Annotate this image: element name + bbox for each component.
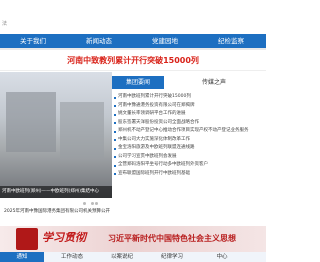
main-nav: 关于我们 新闻动态 党建园地 纪检监察 [0, 34, 266, 48]
flag-icon [16, 228, 38, 250]
photo-figure [6, 92, 56, 152]
slide-dot[interactable] [83, 202, 86, 205]
banner-calligraphy: 学习贯彻 [42, 231, 86, 244]
slide-dot-active[interactable] [87, 202, 90, 205]
nav-item-about[interactable]: 关于我们 [0, 34, 66, 48]
tab-notice[interactable]: 通知 [0, 252, 44, 262]
budget-announcement[interactable]: 2025年河南中豫国际港务集团有限公司机关预算公开 [0, 208, 266, 216]
photo-figure [60, 102, 104, 158]
news-list-item[interactable]: 股东签署天洋股份投资公司全面战略合作 [112, 119, 266, 128]
news-list: 河南中欧班列累计开行突破15000列 河南中豫通港务投资有限公司在郑揭牌 姚文董… [112, 93, 266, 178]
nav-item-news[interactable]: 新闻动态 [66, 34, 132, 48]
news-list-item[interactable]: 河南中欧班列累计开行突破15000列 [112, 93, 266, 102]
news-list-item[interactable]: 郑州机不动产登记中心推动合作项目实现产权不动产登记业务服务 [112, 127, 266, 136]
news-list-item[interactable]: 宣布联盟国际班列开行中欧班列基础 [112, 170, 266, 179]
site-caption: 法 [2, 21, 8, 27]
tab-work-updates[interactable]: 工作动态 [50, 252, 94, 262]
news-list-item[interactable]: 河南中豫通港务投资有限公司在郑揭牌 [112, 102, 266, 111]
tab-discipline-study[interactable]: 纪律学习 [150, 252, 194, 262]
slide-dot[interactable] [91, 202, 94, 205]
tab-case-study[interactable]: 以案说纪 [100, 252, 144, 262]
news-slideshow-image[interactable] [0, 72, 112, 198]
tab-group-news[interactable]: 集团要闻 [112, 76, 164, 89]
news-list-item[interactable]: 全营郑码洛阳平坐号行动多中欧班列外资客户 [112, 161, 266, 170]
slide-dots [82, 190, 98, 209]
tab-center[interactable]: 中心 [200, 252, 244, 262]
nav-item-party[interactable]: 党建园地 [132, 34, 198, 48]
banner-title: 习近平新时代中国特色社会主义思想 [108, 234, 236, 243]
discipline-tabs: 通知 工作动态 以案说纪 纪律学习 中心 [0, 252, 266, 262]
nav-item-discipline[interactable]: 纪检监察 [198, 34, 264, 48]
news-list-item[interactable]: 公司学习宣贯中欧班列会发展 [112, 153, 266, 162]
news-list-item[interactable]: 中集公司大力实施深化体制改革工作 [112, 136, 266, 145]
tab-media[interactable]: 传媒之声 [188, 76, 240, 89]
nav-divider [0, 48, 266, 50]
site-header: 法 [0, 0, 266, 34]
news-list-item[interactable]: 姚文董长率领调研平台工作的进展 [112, 110, 266, 119]
headline-divider [0, 70, 266, 71]
study-banner[interactable]: 学习贯彻 习近平新时代中国特色社会主义思想 [0, 226, 266, 252]
news-tabs: 集团要闻 传媒之声 [112, 76, 266, 89]
headline-link[interactable]: 河南中致教列累计开行突破15000列 [30, 54, 236, 68]
slide-dot[interactable] [95, 202, 98, 205]
news-list-item[interactable]: 金宝洛阳旅游及中欧班列联盟连通线路 [112, 144, 266, 153]
